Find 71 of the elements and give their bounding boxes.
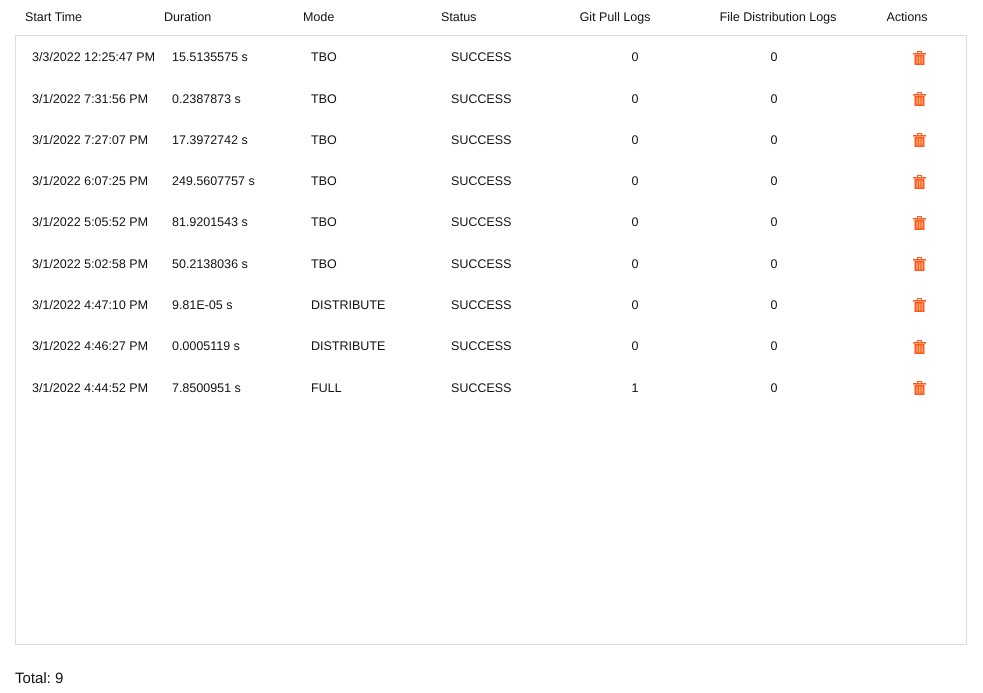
table-cell: 0 xyxy=(632,256,638,271)
table-cell: 0 xyxy=(770,132,778,147)
table-cell: 17.3972742 s xyxy=(172,132,248,147)
table-cell: 0.2387873 s xyxy=(172,92,241,106)
table-cell: 3/3/2022 12:25:47 PM xyxy=(32,50,156,64)
table-cell: SUCCESS xyxy=(451,215,512,230)
table-cell: 0 xyxy=(632,339,638,354)
delete-icon[interactable] xyxy=(913,92,926,106)
table-cell: SUCCESS xyxy=(451,92,512,106)
table-cell: 7.8500951 s xyxy=(172,380,241,395)
delete-icon[interactable] xyxy=(913,381,926,396)
table-cell: 0 xyxy=(632,92,638,106)
table-cell: 0 xyxy=(770,256,778,271)
table-cell: 0 xyxy=(770,92,778,106)
table-cell: FULL xyxy=(311,380,342,395)
delete-icon[interactable] xyxy=(913,216,926,230)
table-cell: 3/1/2022 4:44:52 PM xyxy=(32,380,148,395)
table-cell: 0 xyxy=(770,380,778,395)
table-cell: 0 xyxy=(632,298,638,312)
table-cell: 0 xyxy=(770,50,778,64)
table-cell: SUCCESS xyxy=(451,50,512,64)
table-cell: 3/1/2022 7:27:07 PM xyxy=(32,132,148,147)
table-cell: DISTRIBUTE xyxy=(311,339,386,354)
table-cell: TBO xyxy=(311,256,337,271)
table-cell: 3/1/2022 5:05:52 PM xyxy=(32,215,148,230)
table-cell: 3/1/2022 7:31:56 PM xyxy=(32,92,148,106)
table-cell: 9.81E-05 s xyxy=(172,298,232,312)
table-cell: SUCCESS xyxy=(451,380,512,395)
table-cell: 0 xyxy=(770,339,778,354)
table-cell: TBO xyxy=(311,92,337,106)
table-cell: 0 xyxy=(632,50,638,64)
column-header: Actions xyxy=(886,10,928,24)
table-cell: 0 xyxy=(770,298,778,312)
delete-icon[interactable] xyxy=(913,340,926,354)
table-cell: DISTRIBUTE xyxy=(311,298,386,312)
table-cell: 249.5607757 s xyxy=(172,174,255,188)
delete-icon[interactable] xyxy=(913,298,926,312)
column-header: File Distribution Logs xyxy=(720,10,836,24)
table-cell: TBO xyxy=(311,50,337,64)
delete-icon[interactable] xyxy=(913,50,926,65)
table-cell: SUCCESS xyxy=(451,298,512,312)
delete-icon[interactable] xyxy=(913,174,926,189)
table-cell: 81.9201543 s xyxy=(172,215,248,230)
column-header: Start Time xyxy=(25,10,82,24)
table-cell: 1 xyxy=(632,380,638,395)
table-cell: 0 xyxy=(632,132,638,147)
table-cell: 3/1/2022 4:47:10 PM xyxy=(32,298,148,312)
table-cell: 0 xyxy=(770,215,778,230)
table-cell: 3/1/2022 4:46:27 PM xyxy=(32,339,148,354)
column-header: Status xyxy=(441,10,476,24)
table-cell: 0.0005119 s xyxy=(172,339,240,354)
table-cell: 3/1/2022 6:07:25 PM xyxy=(32,174,148,188)
table-cell: TBO xyxy=(311,132,337,147)
delete-icon[interactable] xyxy=(913,257,926,272)
column-header: Mode xyxy=(303,10,334,24)
column-header: Duration xyxy=(164,10,212,24)
column-header: Git Pull Logs xyxy=(580,10,650,24)
table-cell: SUCCESS xyxy=(451,339,512,354)
table-cell: 15.5135575 s xyxy=(172,50,248,64)
table-cell: 50.2138036 s xyxy=(172,256,248,271)
table-cell: SUCCESS xyxy=(451,256,512,271)
table-cell: 0 xyxy=(770,174,778,188)
table-cell: TBO xyxy=(311,215,337,230)
total-count: Total: 9 xyxy=(15,670,64,687)
table-cell: SUCCESS xyxy=(451,132,512,147)
table-cell: 3/1/2022 5:02:58 PM xyxy=(32,256,148,271)
table-cell: SUCCESS xyxy=(451,174,512,188)
delete-icon[interactable] xyxy=(913,133,926,148)
table-cell: 0 xyxy=(632,215,638,230)
table-cell: 0 xyxy=(632,174,638,188)
table-cell: TBO xyxy=(311,174,337,188)
